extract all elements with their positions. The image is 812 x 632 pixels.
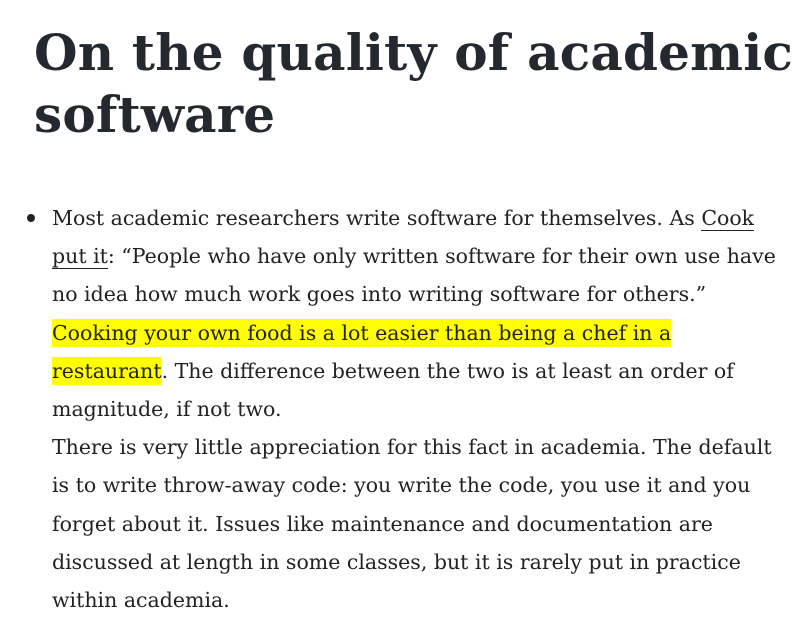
bullet-list: Most academic researchers write software…: [0, 199, 812, 619]
paragraph-1: Most academic researchers write software…: [52, 199, 792, 428]
list-item: Most academic researchers write software…: [0, 199, 812, 619]
paragraph-1-quote: : “People who have only written software…: [52, 244, 776, 307]
bullet-icon: [27, 214, 35, 222]
page-title: On the quality of academic software: [34, 23, 794, 144]
paragraph-1-intro: Most academic researchers write software…: [52, 206, 702, 230]
article-page: On the quality of academic software Most…: [0, 0, 812, 632]
paragraph-2: There is very little appreciation for th…: [52, 435, 772, 613]
